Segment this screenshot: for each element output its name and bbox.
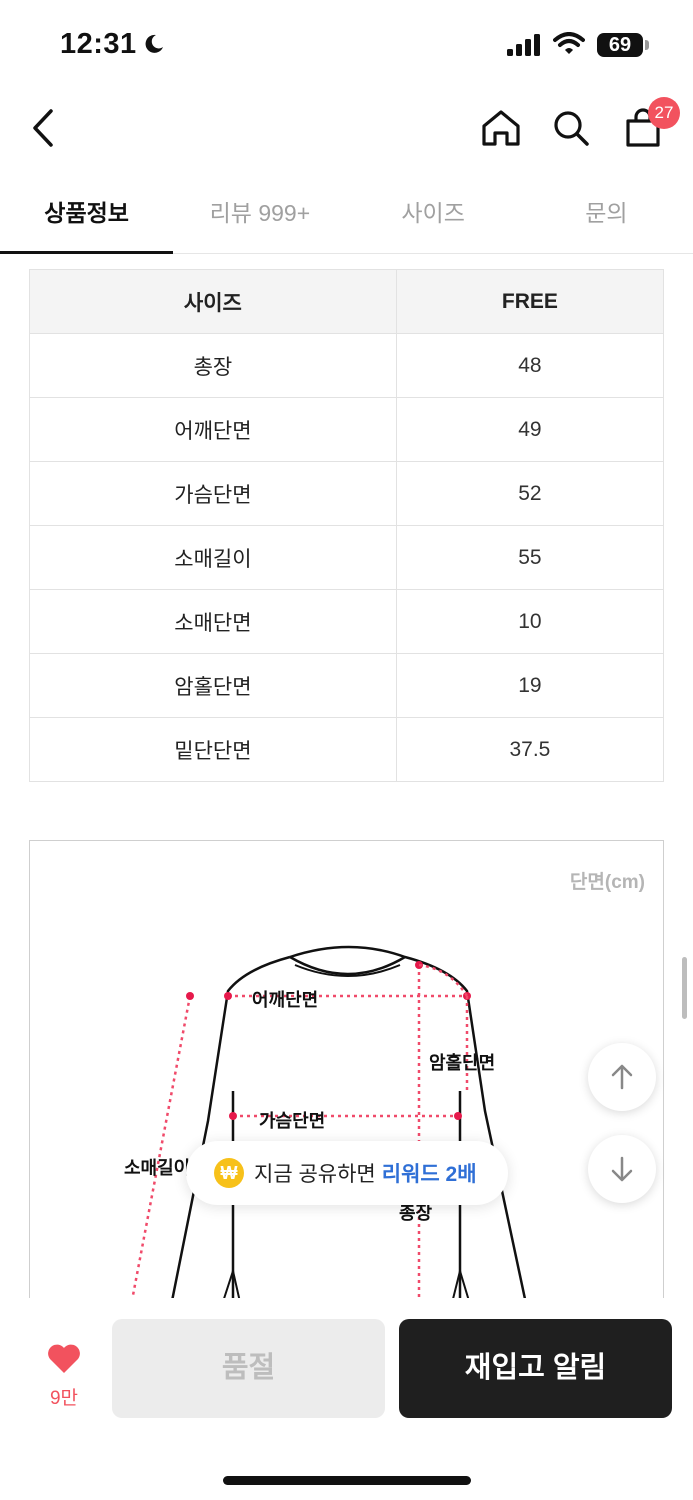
size-header-value: FREE	[395, 269, 665, 334]
chevron-left-icon	[33, 109, 53, 147]
measure-label: 어깨단면	[29, 397, 397, 462]
table-row: 암홀단면 19	[29, 653, 665, 718]
size-table-header: 사이즈 FREE	[29, 269, 665, 334]
measure-label: 가슴단면	[29, 461, 397, 526]
measure-value: 19	[395, 653, 665, 718]
product-tabs: 상품정보 리뷰 999+ 사이즈 문의	[0, 180, 693, 254]
arrow-up-icon	[611, 1064, 633, 1090]
diagram-label-shoulder: 어깨단면	[252, 990, 319, 1010]
measure-label: 소매길이	[29, 525, 397, 590]
soldout-button[interactable]: 품절	[112, 1319, 385, 1418]
tab-reviews[interactable]: 리뷰 999+	[173, 180, 346, 253]
top-nav	[0, 95, 693, 165]
table-row: 밑단단면 37.5	[29, 717, 665, 782]
share-banner-text: 지금 공유하면	[254, 1163, 376, 1186]
size-diagram: 단면(cm) 어깨단면 암홀단면 가슴단면 소매길이 총장	[29, 840, 664, 1310]
back-button[interactable]	[18, 103, 68, 153]
like-count: 9만	[49, 1388, 79, 1409]
tab-product-info[interactable]: 상품정보	[0, 180, 174, 254]
measure-label: 소매단면	[29, 589, 397, 654]
diagram-label-sleeve: 소매길이	[124, 1158, 191, 1178]
size-table: 사이즈 FREE 총장 48 어깨단면 49 가슴단면 52 소매길이 55 소…	[29, 269, 665, 782]
bottom-action-bar: 9만 품절 재입고 알림	[0, 1298, 693, 1500]
scrollbar[interactable]	[682, 957, 687, 1019]
scroll-bottom-button[interactable]	[588, 1135, 656, 1203]
heart-icon	[48, 1344, 80, 1373]
measure-value: 48	[395, 333, 665, 398]
tab-size[interactable]: 사이즈	[347, 180, 520, 253]
scroll-top-button[interactable]	[588, 1043, 656, 1111]
table-row: 소매길이 55	[29, 525, 665, 590]
table-row: 소매단면 10	[29, 589, 665, 654]
measure-value: 55	[395, 525, 665, 590]
size-header-label: 사이즈	[29, 269, 397, 334]
battery-nub	[645, 40, 649, 50]
measure-value: 10	[395, 589, 665, 654]
cellular-signal-icon	[507, 34, 543, 61]
search-icon	[554, 111, 589, 146]
like-button[interactable]: 9만	[36, 1342, 92, 1410]
table-row: 어깨단면 49	[29, 397, 665, 462]
measure-label: 총장	[29, 333, 397, 398]
status-bar: 12:31 69	[0, 0, 693, 90]
diagram-label-armhole: 암홀단면	[429, 1053, 496, 1073]
won-coin-icon: ₩	[214, 1158, 244, 1188]
share-reward-banner[interactable]: ₩ 지금 공유하면 리워드 2배	[186, 1141, 508, 1205]
wifi-icon	[553, 32, 585, 61]
measure-value: 49	[395, 397, 665, 462]
search-button[interactable]	[546, 103, 596, 153]
battery-icon: 69	[597, 33, 643, 57]
restock-alert-button[interactable]: 재입고 알림	[399, 1319, 672, 1418]
home-button[interactable]	[476, 103, 526, 153]
table-row: 가슴단면 52	[29, 461, 665, 526]
arrow-down-icon	[611, 1156, 633, 1182]
home-indicator	[223, 1476, 471, 1485]
table-row: 총장 48	[29, 333, 665, 398]
cart-count-badge: 27	[648, 97, 680, 129]
status-time: 12:31	[60, 28, 137, 60]
moon-icon	[142, 32, 166, 61]
diagram-label-chest: 가슴단면	[259, 1111, 326, 1131]
measure-label: 암홀단면	[29, 653, 397, 718]
measure-value: 52	[395, 461, 665, 526]
measure-label: 밑단단면	[29, 717, 397, 782]
measure-value: 37.5	[395, 717, 665, 782]
sweater-outline-image	[128, 945, 527, 1310]
home-icon	[482, 110, 520, 146]
tab-inquiry[interactable]: 문의	[520, 180, 693, 253]
share-banner-highlight: 리워드 2배	[381, 1163, 477, 1186]
